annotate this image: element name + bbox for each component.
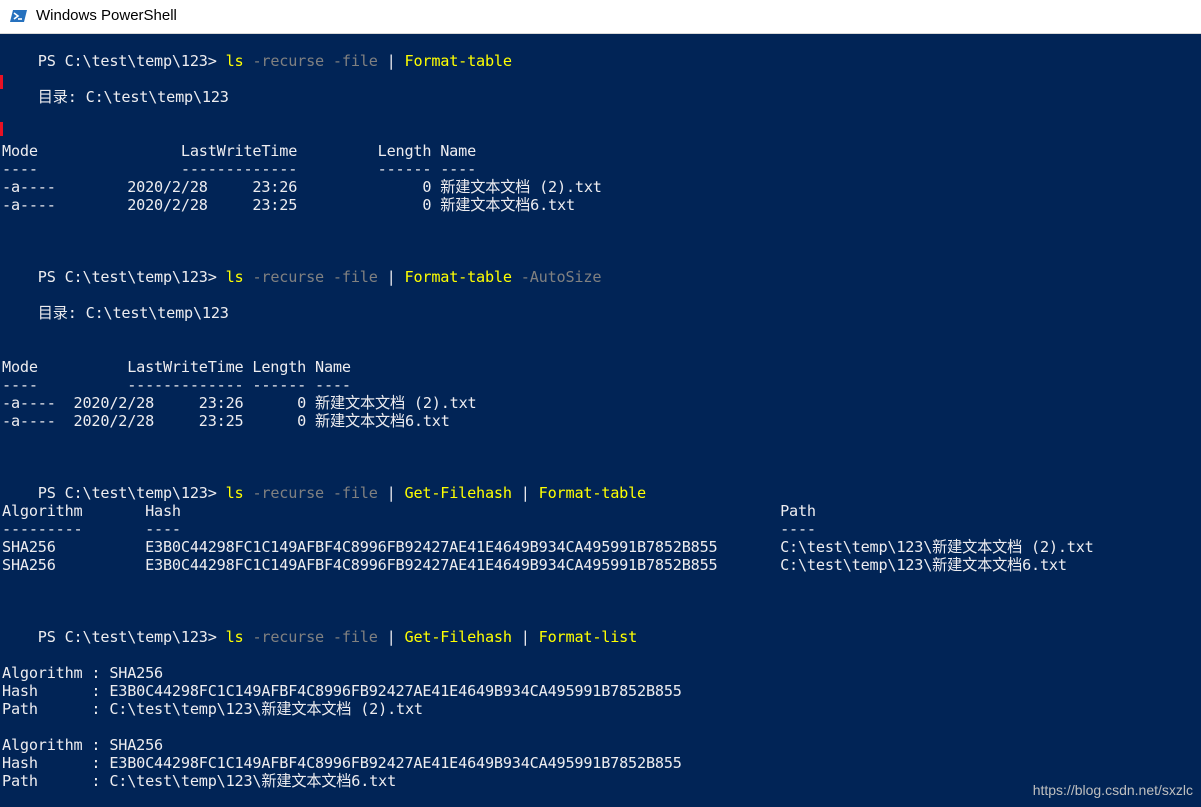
list-item-hash: Hash : E3B0C44298FC1C149AFBF4C8996FB9242… xyxy=(2,682,682,700)
table-underline: --------- ---- ---- xyxy=(2,520,816,538)
list-item-path: Path : C:\test\temp\123\新建文本文档 (2).txt xyxy=(2,700,423,718)
command-token: ls xyxy=(225,52,244,70)
pipe-operator: | xyxy=(377,268,405,286)
command-token: Format-table xyxy=(404,52,513,70)
prompt-text: PS C:\test\temp\123> xyxy=(37,52,226,70)
table-row: -a---- 2020/2/28 23:25 0 新建文本文档6.txt xyxy=(2,412,450,430)
table-row: SHA256 E3B0C44298FC1C149AFBF4C8996FB9242… xyxy=(2,538,1094,556)
table-row: -a---- 2020/2/28 23:26 0 新建文本文档 (2).txt xyxy=(2,394,477,412)
watermark-text: https://blog.csdn.net/sxzlc xyxy=(1032,782,1193,798)
table-row: SHA256 E3B0C44298FC1C149AFBF4C8996FB9242… xyxy=(2,556,1067,574)
pipe-operator: | xyxy=(377,52,405,70)
table-header: Mode LastWriteTime Length Name xyxy=(2,142,477,160)
list-item-path: Path : C:\test\temp\123\新建文本文档6.txt xyxy=(2,772,397,790)
parameter-token: -recurse -file xyxy=(243,268,378,286)
table-row: -a---- 2020/2/28 23:26 0 新建文本文档 (2).txt xyxy=(2,178,602,196)
console-output[interactable]: PS C:\test\temp\123> ls -recurse -file |… xyxy=(2,34,1198,807)
window-title: Windows PowerShell xyxy=(36,7,177,24)
command-token: ls xyxy=(225,628,244,646)
prompt-line: PS C:\test\temp\123> ls -recurse -file |… xyxy=(2,250,602,286)
pipe-operator: | xyxy=(377,484,405,502)
prompt-text: PS C:\test\temp\123> xyxy=(37,268,226,286)
prompt-line: PS C:\test\temp\123> ls -recurse -file |… xyxy=(2,466,646,502)
list-item-algorithm: Algorithm : SHA256 xyxy=(2,664,163,682)
command-token: Format-list xyxy=(538,628,638,646)
command-token: ls xyxy=(225,484,244,502)
parameter-token: -AutoSize xyxy=(511,268,602,286)
parameter-token: -recurse -file xyxy=(243,484,378,502)
list-item-hash: Hash : E3B0C44298FC1C149AFBF4C8996FB9242… xyxy=(2,754,682,772)
pipe-operator: | xyxy=(511,628,539,646)
prompt-line: PS C:\test\temp\123> ls -recurse -file |… xyxy=(2,610,637,646)
directory-line: 目录: C:\test\temp\123 xyxy=(2,304,229,322)
table-header: Mode LastWriteTime Length Name xyxy=(2,358,351,376)
table-underline: ---- ------------- ------ ---- xyxy=(2,376,351,394)
command-token: ls xyxy=(225,268,244,286)
pipe-operator: | xyxy=(511,484,539,502)
powershell-icon xyxy=(10,10,27,22)
table-underline: ---- ------------- ------ ---- xyxy=(2,160,477,178)
prompt-text: PS C:\test\temp\123> xyxy=(37,484,226,502)
prompt-text: PS C:\test\temp\123> xyxy=(37,628,226,646)
parameter-token: -recurse -file xyxy=(243,628,378,646)
title-bar: Windows PowerShell xyxy=(0,0,1201,34)
list-item-algorithm: Algorithm : SHA256 xyxy=(2,736,163,754)
table-row: -a---- 2020/2/28 23:25 0 新建文本文档6.txt xyxy=(2,196,575,214)
directory-line: 目录: C:\test\temp\123 xyxy=(2,88,229,106)
command-token: Format-table xyxy=(538,484,647,502)
prompt-line: PS C:\test\temp\123> ls -recurse -file |… xyxy=(2,34,512,70)
command-token: Get-Filehash xyxy=(404,484,513,502)
pipe-operator: | xyxy=(377,628,405,646)
command-token: Get-Filehash xyxy=(404,628,513,646)
parameter-token: -recurse -file xyxy=(243,52,378,70)
command-token: Format-table xyxy=(404,268,513,286)
table-header: Algorithm Hash Path xyxy=(2,502,816,520)
